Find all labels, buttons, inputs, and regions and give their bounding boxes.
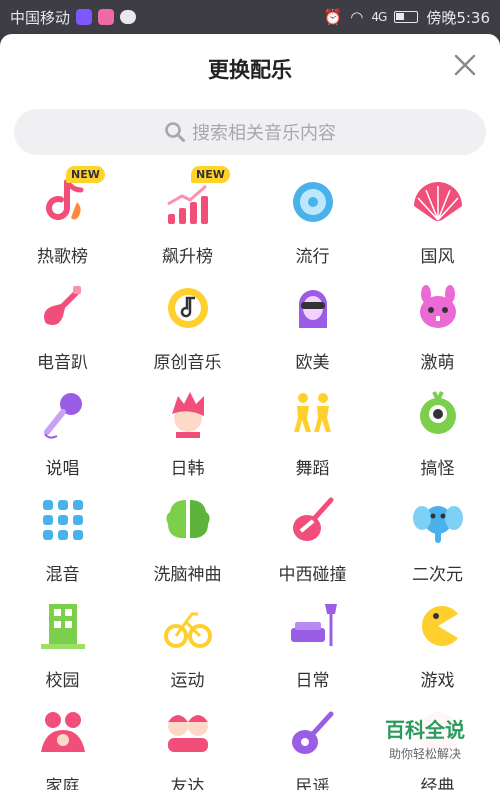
music-picker-sheet: 更换配乐 搜索相关音乐内容 NEW 热歌榜 NEW 飙升榜 流行 国风电音趴 原创音乐 欧美 激… <box>0 34 500 790</box>
category-item[interactable]: 友达 <box>125 704 250 790</box>
one-eye-monster-icon <box>412 388 464 440</box>
microphone-icon <box>37 388 89 440</box>
category-grid: NEW 热歌榜 NEW 飙升榜 流行 国风电音趴 原创音乐 欧美 激萌说唱 日韩 舞蹈 搞怪混音 洗脑神… <box>0 166 500 790</box>
category-item[interactable]: 原创音乐 <box>125 280 250 386</box>
category-label: 舞蹈 <box>295 459 330 479</box>
pipa-guitar-icon <box>287 494 339 546</box>
rising-chart-icon <box>162 176 214 228</box>
category-item[interactable]: 舞蹈 <box>250 386 375 492</box>
category-item[interactable]: 家庭 <box>0 704 125 790</box>
signal-icon: 4G <box>371 10 387 24</box>
category-label: 流行 <box>295 247 330 267</box>
category-label: 激萌 <box>420 353 455 373</box>
category-label: 校园 <box>45 671 80 691</box>
category-label: 民谣 <box>295 777 330 790</box>
alarm-icon: ⏰ <box>323 8 343 26</box>
category-label: 搞怪 <box>420 459 455 479</box>
search-placeholder: 搜索相关音乐内容 <box>192 123 336 144</box>
original-music-note-icon <box>162 282 214 334</box>
cute-rabbit-icon <box>412 282 464 334</box>
brain-icon <box>162 494 214 546</box>
category-label: 热歌榜 <box>37 247 88 267</box>
category-label: 混音 <box>45 565 80 585</box>
school-building-icon <box>37 600 89 652</box>
watermark-subtitle: 助你轻松解决 <box>388 747 461 761</box>
watermark-title: 百科全说 <box>385 718 465 742</box>
category-item[interactable]: 流行 <box>250 174 375 280</box>
clock-label: 傍晚5:36 <box>426 8 490 27</box>
category-item[interactable]: NEW 热歌榜 <box>0 166 125 280</box>
category-item[interactable]: 欧美 <box>250 280 375 386</box>
category-label: 日常 <box>295 671 330 691</box>
category-label: 日韩 <box>170 459 205 479</box>
category-item[interactable]: 说唱 <box>0 386 125 492</box>
carrier-label: 中国移动 <box>10 8 71 27</box>
elephant-icon <box>412 494 464 546</box>
close-button[interactable] <box>452 52 478 78</box>
app-notification-icon <box>98 9 115 25</box>
electric-guitar-icon <box>37 282 89 334</box>
bicycle-icon <box>162 600 214 652</box>
hot-song-chart-icon <box>37 176 89 228</box>
category-item[interactable]: 激萌 <box>375 280 500 386</box>
category-label: 原创音乐 <box>153 353 222 373</box>
category-label: 友达 <box>170 777 205 790</box>
mixer-pads-icon <box>37 494 89 546</box>
category-item[interactable]: 运动 <box>125 598 250 704</box>
category-label: 洗脑神曲 <box>153 565 222 585</box>
category-item[interactable]: 日常 <box>250 598 375 704</box>
app-notification-icon <box>76 9 93 25</box>
category-item[interactable]: 国风 <box>375 174 500 280</box>
watermark: 百科全说 助你轻松解决 <box>350 706 500 770</box>
search-input[interactable]: 搜索相关音乐内容 <box>14 109 486 155</box>
sheet-title: 更换配乐 <box>208 58 292 82</box>
category-item[interactable]: 游戏 <box>375 598 500 704</box>
family-icon <box>37 706 89 758</box>
category-label: 家庭 <box>45 777 80 790</box>
category-item[interactable]: 电音趴 <box>0 280 125 386</box>
category-label: 电音趴 <box>37 353 88 373</box>
friends-icon <box>162 706 214 758</box>
new-badge: NEW <box>66 166 105 183</box>
category-label: 欧美 <box>295 353 330 373</box>
category-label: 飙升榜 <box>162 247 213 267</box>
wifi-icon: ◠ <box>350 8 364 26</box>
pacman-icon <box>412 600 464 652</box>
category-label: 经典 <box>420 777 455 790</box>
chinese-fan-icon <box>412 176 464 228</box>
category-item[interactable]: 中西碰撞 <box>250 492 375 598</box>
category-item[interactable]: 校园 <box>0 598 125 704</box>
western-singer-icon <box>287 282 339 334</box>
dancers-icon <box>287 388 339 440</box>
new-badge: NEW <box>191 166 230 183</box>
pop-disc-icon <box>287 176 339 228</box>
sofa-lamp-icon <box>287 600 339 652</box>
category-label: 国风 <box>420 247 455 267</box>
category-item[interactable]: 日韩 <box>125 386 250 492</box>
acoustic-guitar-icon <box>287 706 339 758</box>
status-bar: 中国移动 ⏰ ◠ 4G 傍晚5:36 <box>0 0 500 34</box>
category-label: 中西碰撞 <box>278 565 347 585</box>
battery-icon <box>394 11 419 23</box>
category-item[interactable]: 混音 <box>0 492 125 598</box>
close-icon <box>454 54 476 76</box>
category-label: 二次元 <box>412 565 463 585</box>
category-item[interactable]: 二次元 <box>375 492 500 598</box>
category-label: 游戏 <box>420 671 455 691</box>
category-label: 运动 <box>170 671 205 691</box>
category-item[interactable]: 洗脑神曲 <box>125 492 250 598</box>
message-icon <box>120 10 137 24</box>
jk-boy-icon <box>162 388 214 440</box>
category-item[interactable]: NEW 飙升榜 <box>125 166 250 280</box>
category-item[interactable]: 搞怪 <box>375 386 500 492</box>
category-label: 说唱 <box>45 459 80 479</box>
search-icon <box>165 122 185 142</box>
